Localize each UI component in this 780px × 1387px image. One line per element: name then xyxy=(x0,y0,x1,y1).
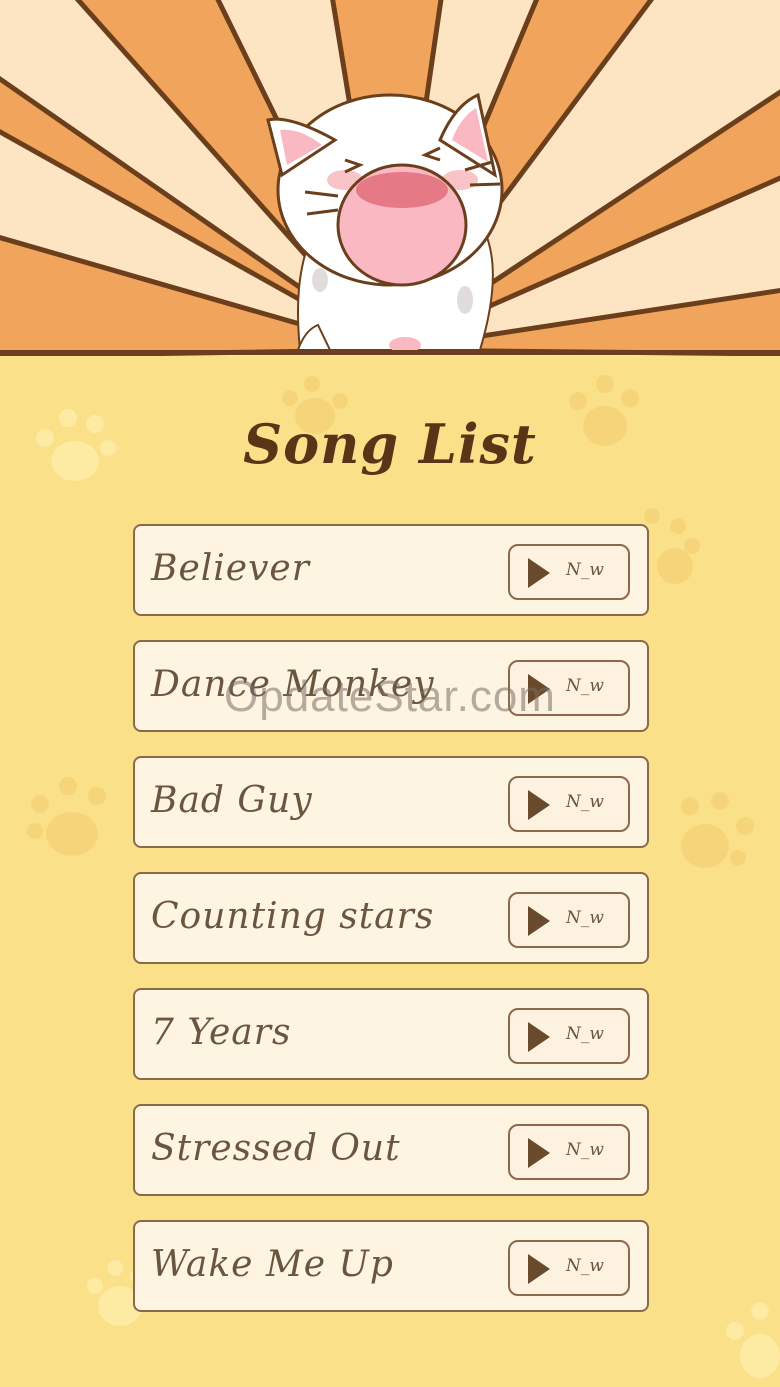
play-button-label: N_w xyxy=(566,1024,604,1044)
song-row[interactable]: Counting stars N_w xyxy=(133,872,649,964)
play-icon xyxy=(528,790,550,820)
song-list: Believer N_w Dance Monkey N_w Bad Guy N_… xyxy=(133,524,653,1336)
paw-print-icon xyxy=(681,792,754,868)
play-button[interactable]: N_w xyxy=(508,1124,630,1180)
header-banner xyxy=(0,0,780,356)
play-button-label: N_w xyxy=(566,792,604,812)
play-icon xyxy=(528,674,550,704)
play-icon xyxy=(528,1022,550,1052)
play-button-label: N_w xyxy=(566,1140,604,1160)
song-row[interactable]: 7 Years N_w xyxy=(133,988,649,1080)
play-button[interactable]: N_w xyxy=(508,776,630,832)
song-name: Believer xyxy=(151,548,310,589)
song-name: Dance Monkey xyxy=(151,664,435,705)
song-row[interactable]: Stressed Out N_w xyxy=(133,1104,649,1196)
paw-print-icon xyxy=(27,777,106,856)
play-button-label: N_w xyxy=(566,908,604,928)
song-row[interactable]: Dance Monkey N_w xyxy=(133,640,649,732)
paw-print-icon xyxy=(726,1302,780,1378)
play-icon xyxy=(528,1254,550,1284)
song-row[interactable]: Bad Guy N_w xyxy=(133,756,649,848)
play-icon xyxy=(528,1138,550,1168)
song-name: Counting stars xyxy=(151,896,435,937)
song-name: Stressed Out xyxy=(151,1128,401,1169)
play-button[interactable]: N_w xyxy=(508,892,630,948)
song-name: Wake Me Up xyxy=(151,1244,394,1285)
header-divider xyxy=(0,350,780,355)
play-button[interactable]: N_w xyxy=(508,1240,630,1296)
song-row[interactable]: Wake Me Up N_w xyxy=(133,1220,649,1312)
song-row[interactable]: Believer N_w xyxy=(133,524,649,616)
play-button[interactable]: N_w xyxy=(508,1008,630,1064)
play-icon xyxy=(528,906,550,936)
play-button-label: N_w xyxy=(566,1256,604,1276)
play-button[interactable]: N_w xyxy=(508,660,630,716)
play-button[interactable]: N_w xyxy=(508,544,630,600)
page-title: Song List xyxy=(243,412,537,476)
play-button-label: N_w xyxy=(566,560,604,580)
song-name: 7 Years xyxy=(151,1012,292,1053)
sunburst-background xyxy=(0,0,780,356)
song-name: Bad Guy xyxy=(151,780,313,821)
play-button-label: N_w xyxy=(566,676,604,696)
play-icon xyxy=(528,558,550,588)
singing-cat-mascot xyxy=(266,92,504,353)
